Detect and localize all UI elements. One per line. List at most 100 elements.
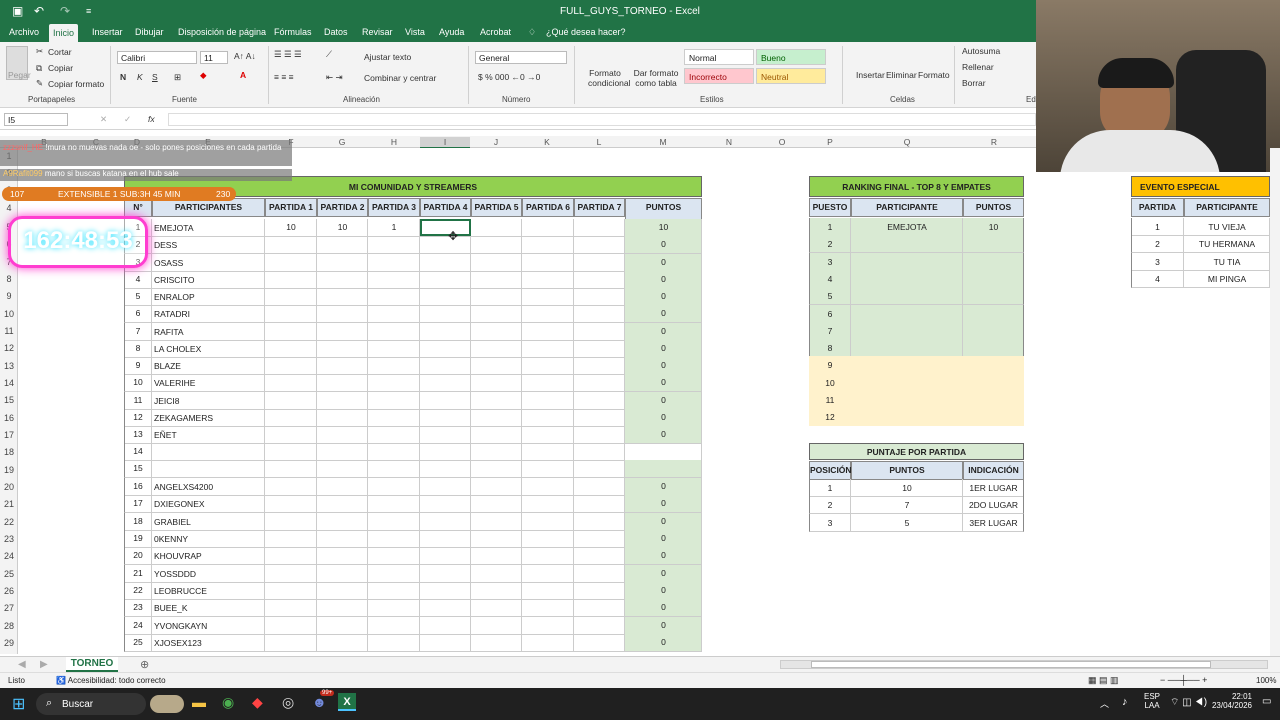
copy-button[interactable]: Copiar <box>48 63 73 73</box>
table-cell[interactable] <box>420 547 471 565</box>
table-cell[interactable] <box>471 495 522 513</box>
table-cell[interactable] <box>317 495 368 513</box>
table-cell[interactable] <box>265 634 317 652</box>
table-cell[interactable] <box>420 426 471 444</box>
table-cell[interactable] <box>522 409 574 427</box>
table-cell[interactable] <box>368 340 420 358</box>
table-cell[interactable] <box>317 478 368 496</box>
row-header[interactable]: 11 <box>0 326 18 336</box>
table-cell[interactable] <box>368 582 420 600</box>
ranking-cell[interactable] <box>963 339 1024 357</box>
table-cell[interactable] <box>471 513 522 531</box>
table-cell[interactable] <box>368 617 420 635</box>
insert-cells-button[interactable]: Insertar <box>856 70 885 80</box>
table-cell[interactable] <box>317 460 368 478</box>
table-cell[interactable] <box>368 374 420 392</box>
row-header[interactable]: 10 <box>0 309 18 319</box>
orientation-icon[interactable]: ⟋ <box>326 49 332 60</box>
table-cell[interactable] <box>574 478 625 496</box>
copy-icon[interactable]: ⧉ <box>36 63 42 74</box>
table-cell[interactable] <box>522 460 574 478</box>
table-cell[interactable] <box>522 323 574 341</box>
table-cell[interactable] <box>522 305 574 323</box>
table-cell[interactable] <box>317 271 368 289</box>
table-cell[interactable] <box>522 530 574 548</box>
formula-input[interactable] <box>168 113 1036 126</box>
table-cell[interactable] <box>265 443 317 461</box>
table-cell[interactable] <box>471 443 522 461</box>
table-cell[interactable] <box>574 219 625 237</box>
table-cell[interactable] <box>574 530 625 548</box>
table-cell[interactable] <box>471 547 522 565</box>
ranking-cell[interactable] <box>963 270 1024 288</box>
sheet-tab-torneo[interactable]: TORNEO <box>66 657 118 672</box>
table-cell[interactable] <box>471 271 522 289</box>
row-header[interactable]: 20 <box>0 482 18 492</box>
table-cell[interactable] <box>317 617 368 635</box>
underline-button[interactable]: S <box>152 72 158 82</box>
table-cell[interactable] <box>420 460 471 478</box>
table-cell[interactable] <box>522 634 574 652</box>
tab-revisar[interactable]: Revisar <box>358 27 397 37</box>
table-cell[interactable] <box>420 443 471 461</box>
tray-chevron-icon[interactable]: ︿ <box>1100 697 1109 710</box>
view-icons[interactable]: ▦ ▤ ▥ <box>1088 675 1119 686</box>
table-cell[interactable] <box>420 305 471 323</box>
font-size-select[interactable]: 11 <box>200 51 228 64</box>
redo-icon[interactable]: ↷ <box>60 4 70 18</box>
table-cell[interactable] <box>420 582 471 600</box>
table-cell[interactable] <box>265 513 317 531</box>
format-cells-button[interactable]: Formato <box>918 70 950 80</box>
cancel-icon[interactable]: ✕ <box>100 114 107 125</box>
table-cell[interactable] <box>317 409 368 427</box>
table-cell[interactable] <box>420 340 471 358</box>
windows-start-icon[interactable]: ⊞ <box>12 694 25 714</box>
tab-ayuda[interactable]: Ayuda <box>435 27 468 37</box>
table-cell[interactable] <box>265 392 317 410</box>
table-cell[interactable] <box>265 530 317 548</box>
table-cell[interactable] <box>317 374 368 392</box>
table-cell[interactable] <box>265 460 317 478</box>
table-cell[interactable] <box>317 305 368 323</box>
table-cell[interactable] <box>420 254 471 272</box>
tell-me-search[interactable]: ¿Qué desea hacer? <box>542 27 630 37</box>
col-header-p[interactable]: P <box>825 137 835 147</box>
table-cell[interactable] <box>265 288 317 306</box>
table-cell[interactable] <box>420 392 471 410</box>
format-painter-icon[interactable]: ✎ <box>36 78 43 89</box>
table-cell[interactable] <box>368 495 420 513</box>
row-header[interactable]: 9 <box>0 291 18 301</box>
col-header-n[interactable]: N <box>724 137 734 147</box>
vertical-scrollbar[interactable] <box>1270 148 1280 656</box>
ranking-cell[interactable] <box>851 287 963 305</box>
table-cell[interactable] <box>471 288 522 306</box>
customize-qat-icon[interactable]: ≡ <box>86 6 91 16</box>
table-cell[interactable] <box>574 288 625 306</box>
table-cell[interactable] <box>522 219 574 237</box>
font-color-icon[interactable]: A <box>240 70 246 80</box>
horizontal-scrollbar[interactable] <box>780 660 1268 669</box>
table-cell[interactable] <box>471 323 522 341</box>
table-cell[interactable] <box>522 271 574 289</box>
row-header[interactable]: 29 <box>0 638 18 648</box>
save-icon[interactable]: ▣ <box>12 4 23 18</box>
borders-icon[interactable]: ⊞ <box>174 72 181 83</box>
table-cell[interactable] <box>317 323 368 341</box>
table-cell[interactable] <box>471 236 522 254</box>
conditional-format-button[interactable]: Formato condicional <box>588 68 631 88</box>
cut-button[interactable]: Cortar <box>48 47 72 57</box>
table-cell[interactable] <box>574 460 625 478</box>
table-cell[interactable] <box>152 460 265 478</box>
table-cell[interactable] <box>574 565 625 583</box>
table-cell[interactable] <box>574 426 625 444</box>
table-cell[interactable] <box>471 254 522 272</box>
align-top-icon[interactable]: ☰ ☰ ☰ <box>274 49 302 60</box>
table-cell[interactable] <box>471 340 522 358</box>
table-cell[interactable] <box>522 236 574 254</box>
table-cell[interactable] <box>317 634 368 652</box>
col-header-r[interactable]: R <box>989 137 999 147</box>
table-cell[interactable] <box>574 271 625 289</box>
table-cell[interactable] <box>420 323 471 341</box>
name-box[interactable]: I5 <box>4 113 68 126</box>
table-cell[interactable] <box>522 392 574 410</box>
